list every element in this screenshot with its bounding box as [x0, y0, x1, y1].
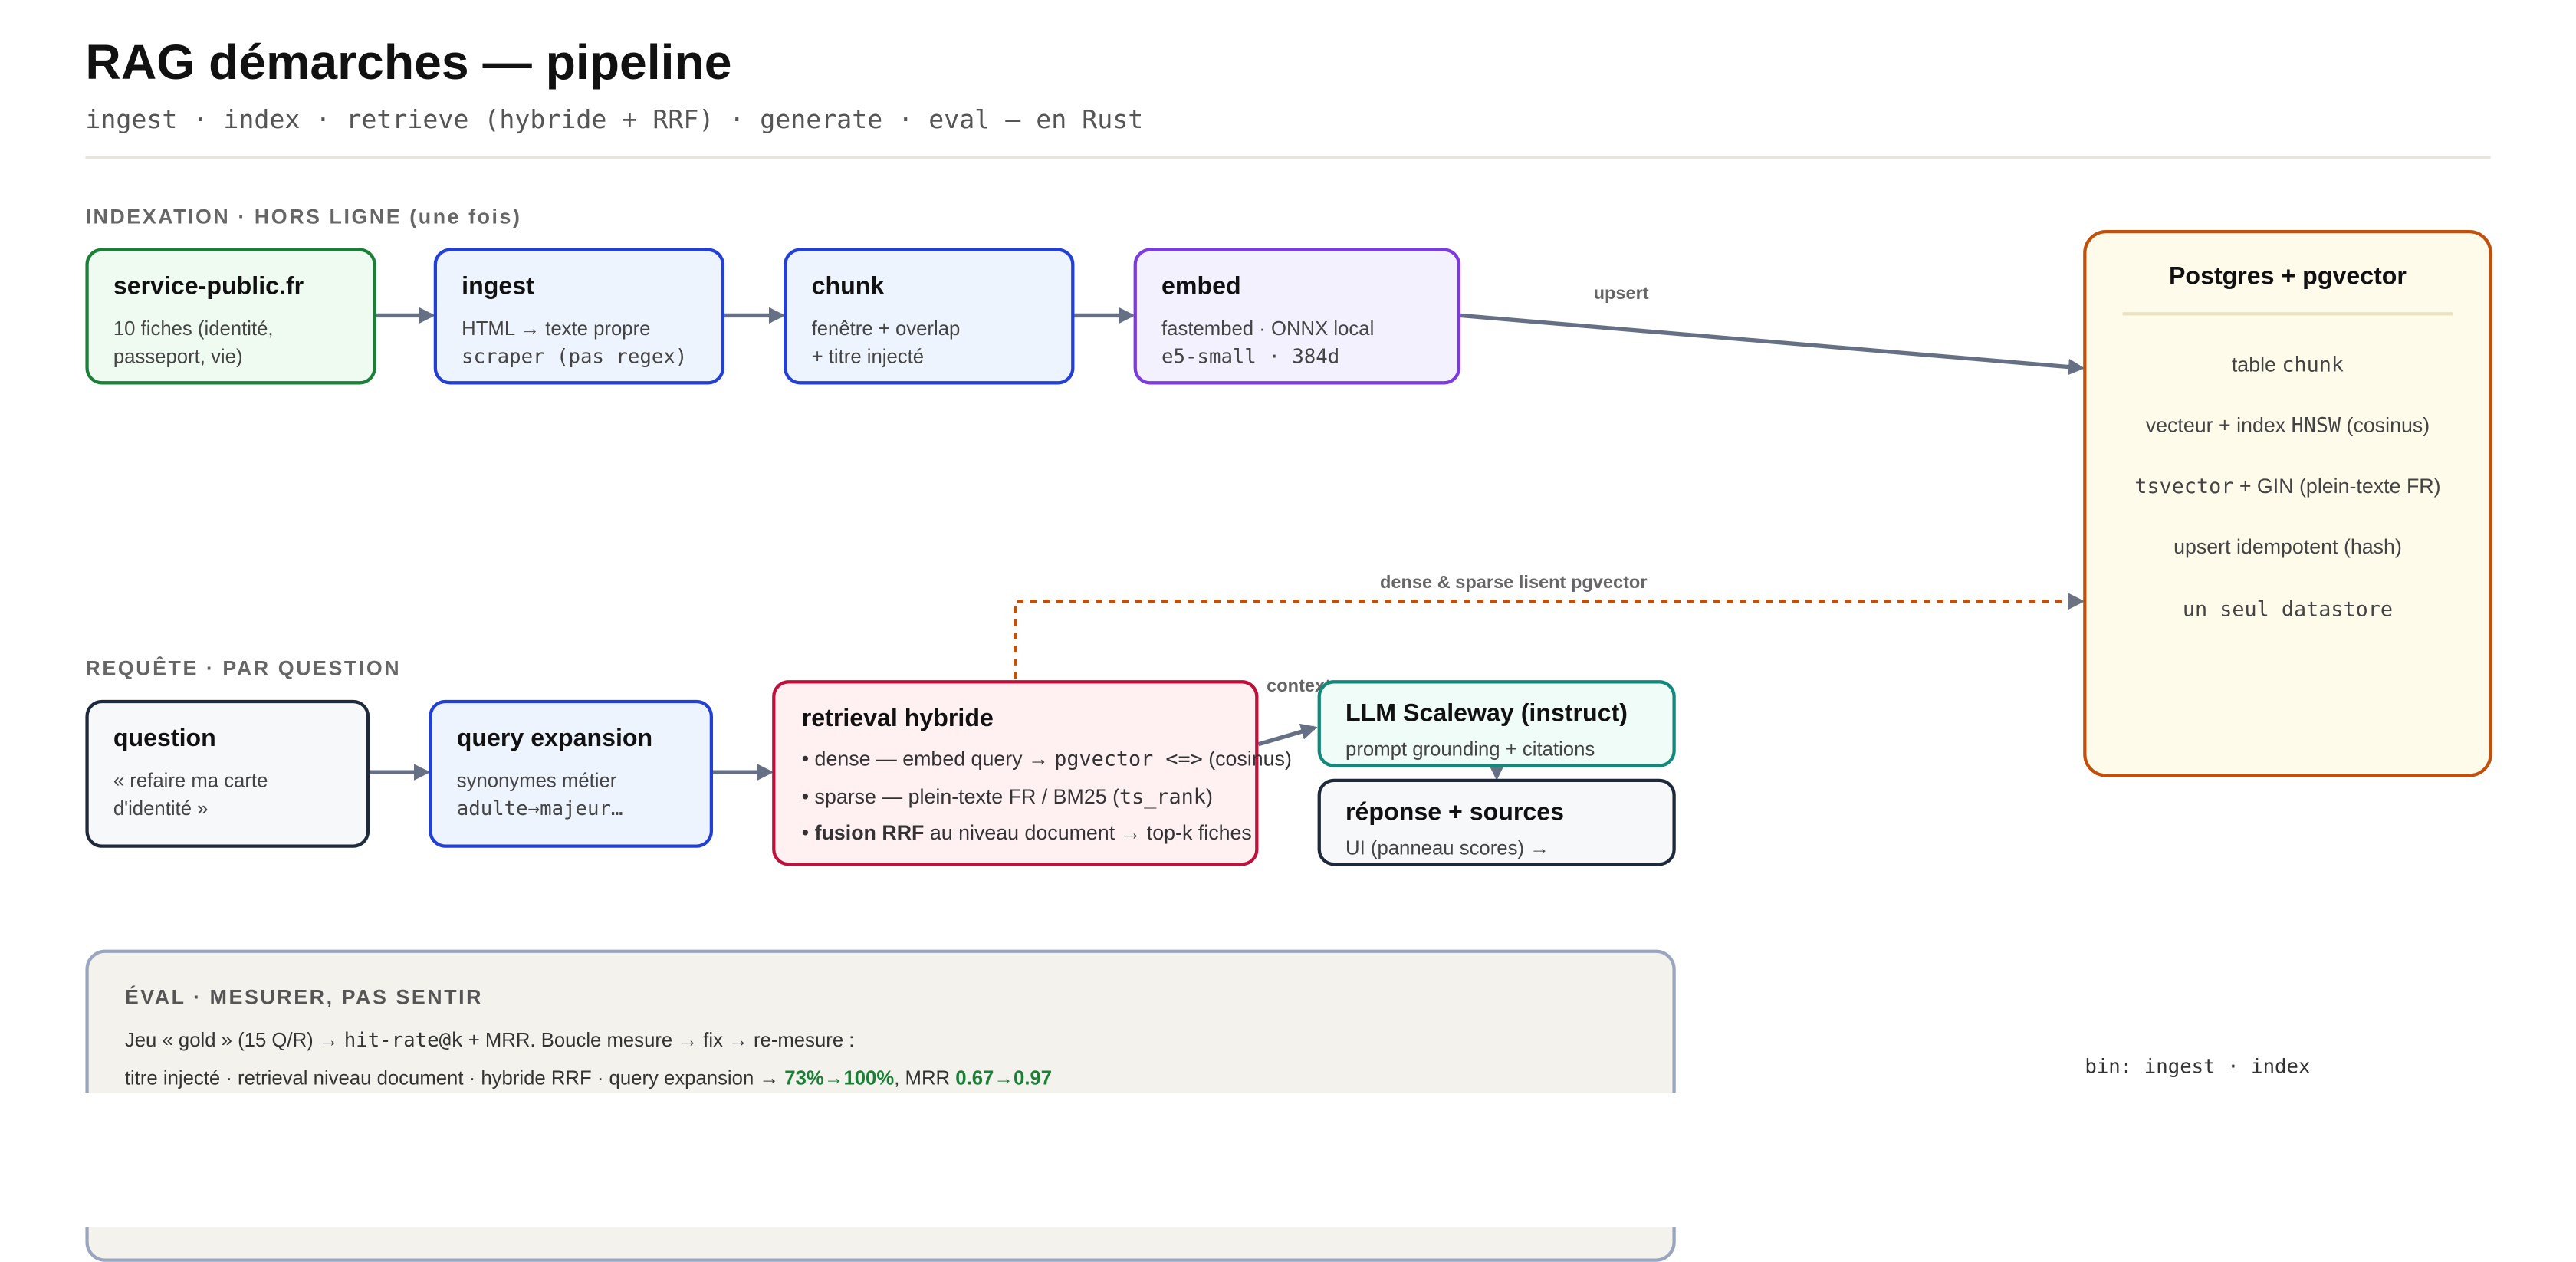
node-ingest: ingest HTML → texte propre scraper (pas …	[433, 248, 725, 385]
node-line: « refaire ma carte	[113, 768, 268, 792]
node-service-public: service-public.fr 10 fiches (identité, p…	[85, 248, 376, 385]
node-title: service-public.fr	[113, 272, 304, 301]
node-line: UI (panneau scores) →	[1346, 836, 1549, 859]
node-retrieval-hybride: retrieval hybride • dense — embed query …	[772, 680, 1292, 866]
node-title: query expansion	[456, 725, 653, 753]
node-title: question	[113, 725, 216, 753]
node-query-expansion: query expansion synonymes métier adulte→…	[429, 699, 714, 848]
node-line: HTML → texte propre	[462, 317, 651, 340]
node-line: e5-small · 384d	[1162, 345, 1340, 369]
retrieval-fusion-line: • fusion RRF au niveau document → top-k …	[801, 821, 1252, 845]
node-line: fenêtre + overlap	[811, 317, 961, 340]
datastore-item-single: un seul datastore	[2182, 596, 2394, 622]
node-line: synonymes métier	[456, 768, 617, 792]
node-line: 10 fiches (identité,	[113, 317, 274, 340]
node-llm: LLM Scaleway (instruct) prompt grounding…	[1317, 680, 1676, 767]
retrieval-sparse-line: • sparse — plein-texte FR / BM25 (ts_ran…	[801, 784, 1213, 809]
node-line: + titre injecté	[811, 345, 925, 369]
node-line: adulte→majeur…	[456, 797, 623, 820]
datastore-item-table: table chunk	[2231, 351, 2344, 376]
eval-title: ÉVAL · MESURER, PAS SENTIR	[124, 985, 484, 1009]
bin-commands-note: bin: ingest · index	[2085, 1054, 2311, 1078]
retrieval-dense-line: • dense — embed query → pgvector <=> (co…	[801, 745, 1292, 771]
node-line: scraper (pas regex)	[462, 345, 688, 369]
arrow-retrieval-to-datastore	[1014, 593, 2085, 679]
node-line: prompt grounding + citations	[1346, 738, 1595, 761]
node-embed: embed fastembed · ONNX local e5-small · …	[1133, 248, 1461, 385]
pipeline-diagram: RAG démarches — pipeline ingest · index …	[0, 0, 2576, 1262]
node-answer: réponse + sources UI (panneau scores) →	[1317, 778, 1676, 866]
datastore-item-upsert: upsert idempotent (hash)	[2174, 535, 2402, 559]
eval-line-2: titre injecté · retrieval niveau documen…	[124, 1066, 1053, 1089]
eval-line-1: Jeu « gold » (15 Q/R) → hit-rate@k + MRR…	[124, 1028, 855, 1052]
node-title: chunk	[811, 272, 885, 301]
datastore-divider	[2122, 312, 2453, 316]
datastore-item-tsvector: tsvector + GIN (plein-texte FR)	[2134, 473, 2441, 498]
node-question: question « refaire ma carte d'identité »	[85, 699, 370, 848]
node-line: fastembed · ONNX local	[1162, 317, 1375, 340]
edge-label-upsert: upsert	[1593, 284, 1649, 304]
node-title: retrieval hybride	[801, 705, 994, 733]
node-line: d'identité »	[113, 797, 209, 820]
edge-label-dense-sparse: dense & sparse lisent pgvector	[1380, 573, 1648, 593]
arrow-retrieval-to-llm	[1257, 723, 1318, 747]
node-title: réponse + sources	[1346, 798, 1565, 827]
node-title: ingest	[462, 272, 534, 301]
datastore-title: Postgres + pgvector	[2168, 262, 2407, 291]
arrow-embed-to-datastore	[1460, 313, 2085, 376]
node-title: LLM Scaleway (instruct)	[1346, 699, 1628, 728]
datastore-item-hnsw: vecteur + index HNSW (cosinus)	[2145, 412, 2430, 438]
node-datastore: Postgres + pgvector table chunk vecteur …	[2083, 230, 2492, 777]
node-line: passeport, vie)	[113, 345, 243, 369]
node-chunk: chunk fenêtre + overlap + titre injecté	[784, 248, 1075, 385]
bottom-cutoff	[0, 1093, 2576, 1227]
node-title: embed	[1162, 272, 1241, 301]
